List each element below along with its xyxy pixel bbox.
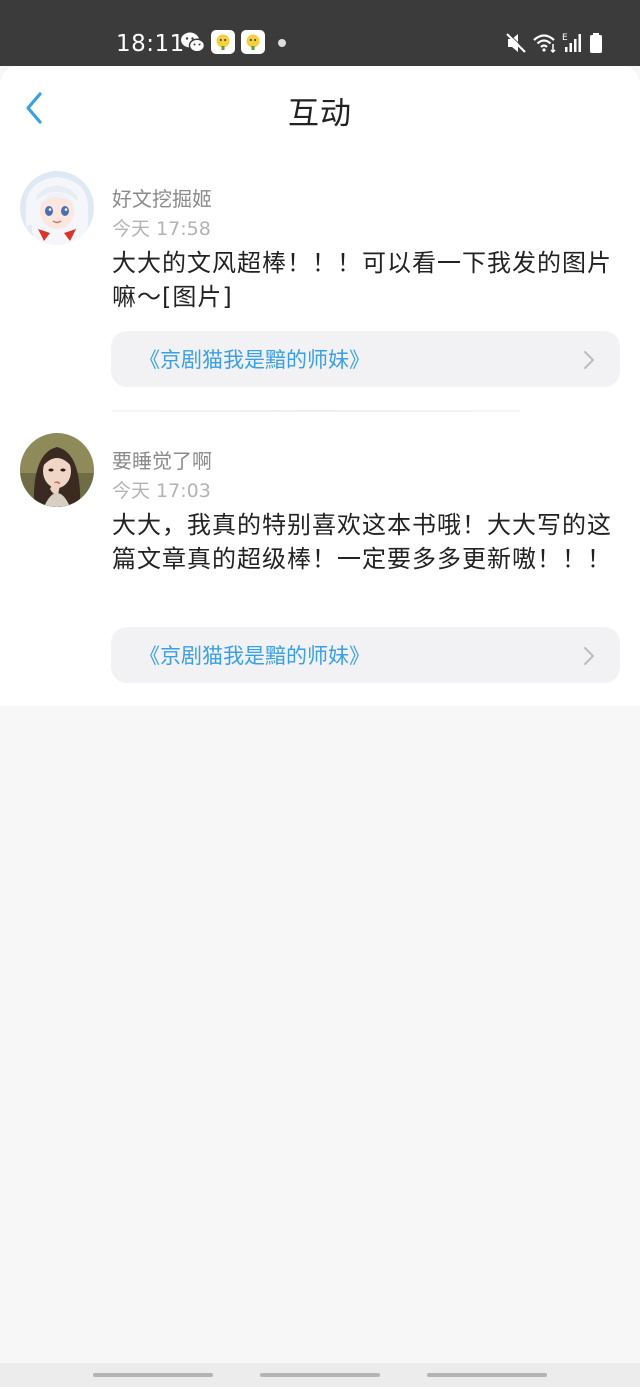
- chevron-left-icon: [26, 92, 42, 124]
- battery-icon: [589, 30, 603, 56]
- username[interactable]: 要睡觉了啊: [112, 445, 212, 474]
- back-gesture-pill[interactable]: [427, 1373, 547, 1377]
- book-title: 《京剧猫我是黯的师妹》: [139, 644, 370, 668]
- comment-text: 大大的文风超棒！！！可以看一下我发的图片嘛～[图片]: [112, 249, 612, 311]
- timestamp: 今天 17:58: [112, 218, 211, 240]
- list-item[interactable]: 要睡觉了啊 今天 17:03 大大，我真的特别喜欢这本书哦！大大写的这篇文章真的…: [0, 412, 640, 706]
- back-button[interactable]: [14, 86, 54, 130]
- gesture-nav-bar: [0, 1363, 640, 1387]
- username[interactable]: 好文挖掘姬: [112, 183, 212, 212]
- header-bar: 互动: [0, 66, 640, 150]
- book-link-card[interactable]: 《京剧猫我是黯的师妹》: [111, 627, 620, 683]
- mute-icon: [504, 30, 528, 56]
- recents-gesture-pill[interactable]: [93, 1373, 213, 1377]
- avatar[interactable]: [20, 171, 94, 245]
- status-bar: 18:11 E: [0, 0, 640, 66]
- wifi-icon: [532, 30, 558, 56]
- app-icon: [211, 30, 235, 56]
- timestamp: 今天 17:03: [112, 480, 211, 502]
- avatar[interactable]: [20, 433, 94, 507]
- app-icon: [241, 30, 265, 56]
- list-item[interactable]: 好文挖掘姬 今天 17:58 大大的文风超棒！！！可以看一下我发的图片嘛～[图片…: [0, 150, 640, 412]
- signal-icon: E: [561, 30, 583, 56]
- svg-text:E: E: [562, 33, 568, 43]
- status-time: 18:11: [116, 31, 185, 57]
- page-title: 互动: [288, 96, 352, 132]
- interaction-list: 好文挖掘姬 今天 17:58 大大的文风超棒！！！可以看一下我发的图片嘛～[图片…: [0, 150, 640, 706]
- book-link-card[interactable]: 《京剧猫我是黯的师妹》: [111, 331, 620, 387]
- book-title: 《京剧猫我是黯的师妹》: [139, 348, 370, 372]
- wechat-icon: [180, 30, 206, 56]
- chevron-right-icon: [584, 647, 594, 665]
- dot-icon: [278, 39, 286, 47]
- home-gesture-pill[interactable]: [260, 1373, 380, 1377]
- chevron-right-icon: [584, 351, 594, 369]
- comment-text: 大大，我真的特别喜欢这本书哦！大大写的这篇文章真的超级棒！一定要多多更新嗷！！！: [112, 511, 612, 573]
